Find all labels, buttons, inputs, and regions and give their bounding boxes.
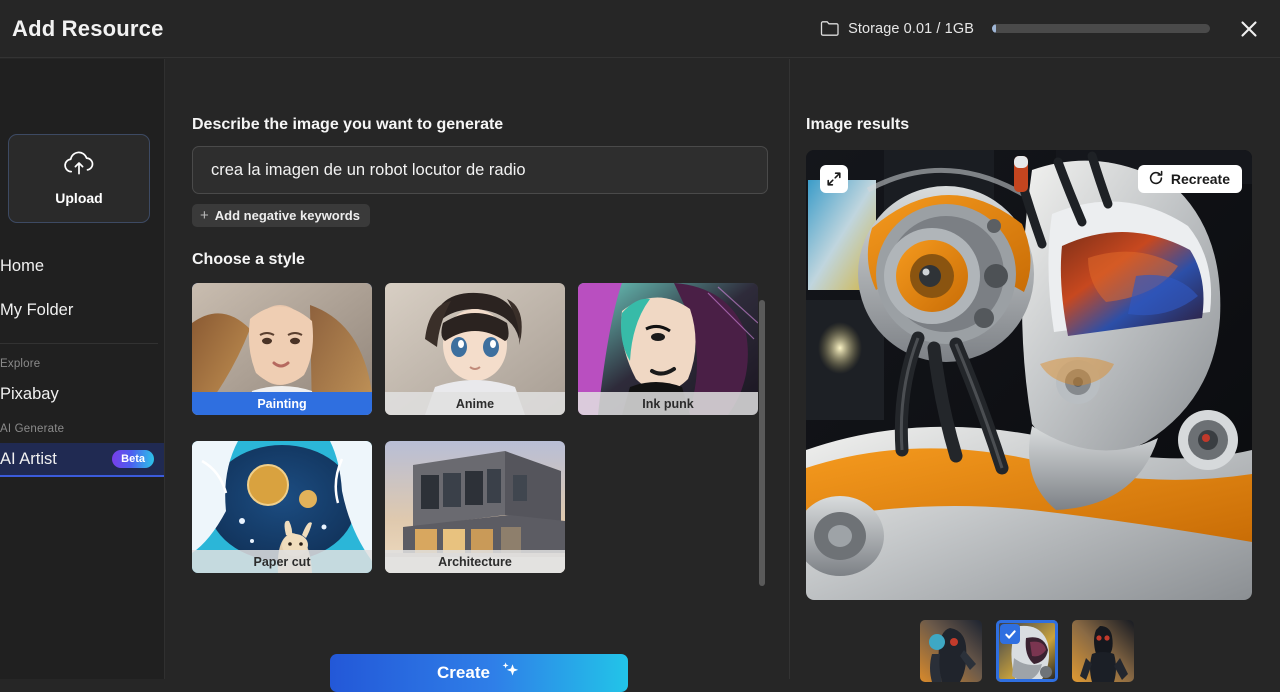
result-image-graphic [806,150,1252,600]
plus-icon: + [200,206,209,224]
style-card-label: Painting [192,392,372,415]
style-card-label: Paper cut [192,550,372,573]
recreate-button[interactable]: Recreate [1137,165,1242,193]
style-card-label: Architecture [385,550,565,573]
upload-button[interactable]: Upload [8,134,150,223]
sidebar-item-label: My Folder [0,300,74,319]
beta-badge: Beta [112,450,154,468]
style-grid: Painting Anime Ink punk Paper cut Archit… [192,283,772,623]
refresh-icon [1148,170,1164,189]
style-card-paper-cut[interactable]: Paper cut [192,441,372,573]
form-panel-scrollbar[interactable] [759,300,765,586]
result-thumbnail-2[interactable] [996,620,1058,682]
choose-style-label: Choose a style [192,251,305,268]
expand-button[interactable] [820,165,848,193]
upload-label: Upload [55,190,103,206]
sidebar-item-pixabay[interactable]: Pixabay [0,379,164,409]
prompt-input[interactable]: crea la imagen de un robot locutor de ra… [192,146,768,194]
storage-progress-fill [992,24,996,33]
recreate-label: Recreate [1170,171,1230,187]
window-header: Add Resource Storage 0.01 / 1GB [0,0,1280,58]
storage-label: Storage 0.01 / 1GB [848,20,974,37]
prompt-input-value: crea la imagen de un robot locutor de ra… [211,160,526,179]
describe-label: Describe the image you want to generate [192,116,504,133]
style-card-architecture[interactable]: Architecture [385,441,565,573]
thumbnail-selected-badge [1000,624,1020,644]
style-card-painting[interactable]: Painting [192,283,372,415]
create-button-label: Create [437,663,490,682]
style-card-label: Ink punk [578,392,758,415]
result-thumbnail-3[interactable] [1072,620,1134,682]
sidebar-item-label: Home [0,256,45,275]
style-card-label: Anime [385,392,565,415]
style-card-anime[interactable]: Anime [385,283,565,415]
result-image[interactable]: Recreate [806,150,1252,600]
storage-progress-bar [992,24,1210,33]
results-panel: Image results Recreate [791,59,1280,682]
close-button[interactable] [1232,12,1266,46]
sidebar-section-ai-generate: AI Generate [0,423,65,435]
folder-icon [820,20,840,37]
sidebar-item-label: Pixabay [0,384,59,403]
add-negative-keywords-label: Add negative keywords [214,208,360,223]
sidebar-section-explore: Explore [0,358,41,370]
generation-form-panel: Describe the image you want to generate … [166,59,790,692]
check-icon [1004,629,1016,639]
page-title: Add Resource [12,15,164,41]
result-thumbnails [920,620,1134,682]
close-icon [1241,20,1257,37]
header-right-group: Storage 0.01 / 1GB [820,12,1280,46]
sidebar-item-label: AI Artist [0,449,57,468]
results-title: Image results [806,116,910,133]
sidebar-divider [0,343,158,344]
style-card-ink-punk[interactable]: Ink punk [578,283,758,415]
sparkle-icon [499,661,521,686]
add-negative-keywords-button[interactable]: + Add negative keywords [192,204,370,227]
cloud-upload-icon [62,151,96,182]
expand-diagonal-icon [827,172,841,186]
sidebar-item-ai-artist[interactable]: AI Artist Beta [0,443,164,477]
sidebar: Upload Home My Folder Explore Pixabay AI… [0,59,165,679]
sidebar-item-home[interactable]: Home [0,251,164,281]
result-thumbnail-1[interactable] [920,620,982,682]
sidebar-item-my-folder[interactable]: My Folder [0,295,164,325]
create-button[interactable]: Create [330,654,628,692]
storage-indicator: Storage 0.01 / 1GB [820,20,1210,37]
